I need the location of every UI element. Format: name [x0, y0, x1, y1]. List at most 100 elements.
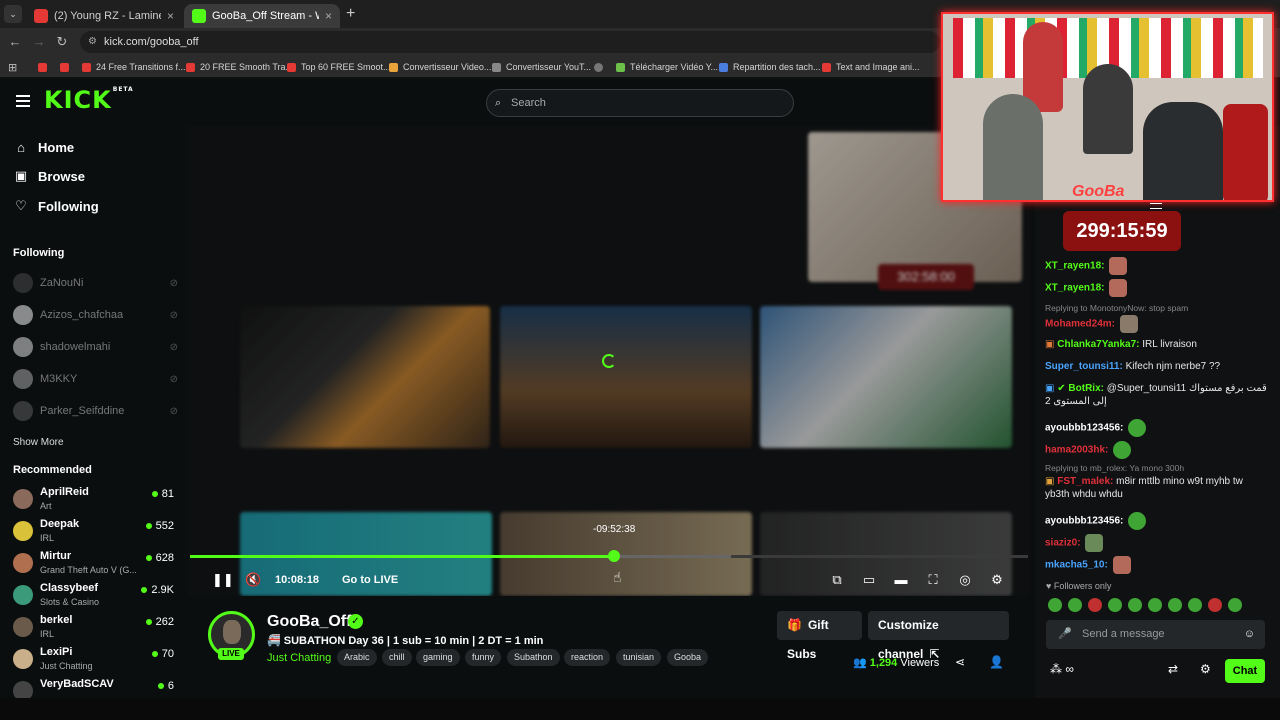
reload-icon[interactable]: ↻ [54, 34, 70, 50]
chat-username[interactable]: FST_malek: [1057, 476, 1113, 487]
stream-tag[interactable]: funny [465, 649, 502, 666]
chat-message: XT_rayen18: [1045, 257, 1267, 275]
followed-channel[interactable]: ZaNouNi ⊘ [13, 271, 178, 295]
nav-following[interactable]: ♡ Following [14, 196, 98, 216]
browser-tab-1[interactable]: (2) Young RZ - Lamine Yamal (C × [26, 4, 182, 28]
tab-list-dropdown-icon[interactable]: ⌄ [4, 5, 22, 23]
fullscreen-icon[interactable]: ⛶ [925, 572, 941, 588]
stream-tag[interactable]: tunisian [616, 649, 662, 666]
close-tab-icon[interactable]: × [319, 9, 332, 23]
bookmark-item[interactable]: Text and Image ani... [822, 60, 920, 74]
bookmark-item[interactable]: 24 Free Transitions f... [82, 60, 186, 74]
browser-tab-2[interactable]: GooBa_Off Stream - Watch Live × [184, 4, 340, 28]
customize-channel-button[interactable]: Customize channel ⇱ [868, 611, 1009, 661]
bookmark-item[interactable]: Convertisseur Video... [389, 60, 491, 74]
emote-button[interactable] [1168, 598, 1182, 612]
chat-username[interactable]: ayoubbb123456: [1045, 516, 1123, 527]
chat-username[interactable]: hama2003hk: [1045, 445, 1108, 456]
nav-browse[interactable]: ▣ Browse [14, 166, 85, 186]
settings-icon[interactable]: ⚙ [989, 572, 1005, 588]
emote-button[interactable] [1208, 598, 1222, 612]
stream-tag[interactable]: chill [382, 649, 412, 666]
emote-button[interactable] [1068, 598, 1082, 612]
chat-username[interactable]: Mohamed24m: [1045, 319, 1115, 330]
chat-username[interactable]: XT_rayen18: [1045, 261, 1104, 272]
recommended-channel[interactable]: Deepak IRL 552 [13, 518, 178, 548]
points-icon[interactable]: ⁂ ∞ [1050, 662, 1074, 676]
chat-username[interactable]: siaziz0: [1045, 538, 1081, 549]
emote-button[interactable] [1088, 598, 1102, 612]
gift-icon: 🎁 [787, 618, 802, 632]
search-input[interactable]: ⌕ Search [486, 89, 794, 117]
theater-mode-icon[interactable]: ▬ [893, 572, 909, 588]
emote-button[interactable] [1148, 598, 1162, 612]
stream-tag[interactable]: Gooba [667, 649, 709, 666]
bookmark-item[interactable]: Top 60 FREE Smoot... [287, 60, 391, 74]
gift-subs-button[interactable]: 🎁 Gift Subs [777, 611, 862, 661]
follow-user-icon[interactable]: 👤 [989, 655, 1004, 669]
go-to-live-button[interactable]: Go to LIVE [342, 574, 398, 586]
forward-icon[interactable]: → [31, 34, 47, 50]
bookmark-globe[interactable] [594, 60, 608, 74]
bookmark-item[interactable]: 20 FREE Smooth Tra... [186, 60, 293, 74]
show-more-link[interactable]: Show More [13, 437, 64, 448]
followed-channel[interactable]: Parker_Seifddine ⊘ [13, 399, 178, 423]
stream-category[interactable]: Just Chatting [267, 652, 331, 664]
chat-send-button[interactable]: Chat [1225, 659, 1265, 683]
recommended-channel[interactable]: berkel IRL 262 [13, 614, 178, 644]
chat-username[interactable]: mkacha5_10: [1045, 560, 1108, 571]
emote-button[interactable] [1108, 598, 1122, 612]
recommended-channel[interactable]: Mirtur Grand Theft Auto V (G... 628 [13, 550, 178, 580]
pause-icon[interactable]: ❚❚ [212, 572, 234, 588]
chat-settings-icon[interactable]: ⚙ [1200, 662, 1211, 676]
recommended-channel[interactable]: LexiPi Just Chatting 70 [13, 646, 178, 676]
emote-button[interactable] [1128, 598, 1142, 612]
channel-name[interactable]: GooBa_Off [267, 613, 351, 631]
bookmark-youtube-1[interactable] [38, 60, 52, 74]
kick-logo[interactable]: KICKBETA [44, 86, 134, 114]
recommended-channel[interactable]: VeryBadSCAV 6 [13, 678, 178, 698]
menu-icon[interactable] [16, 95, 30, 107]
offline-icon: ⊘ [169, 277, 178, 289]
followed-channel[interactable]: shadowelmahi ⊘ [13, 335, 178, 359]
swap-icon[interactable]: ⇄ [1168, 662, 1178, 676]
address-bar[interactable]: ⚙ kick.com/gooba_off [80, 31, 940, 53]
bookmark-label: Top 60 FREE Smoot... [301, 62, 391, 72]
bookmark-item[interactable]: Convertisseur YouT... [492, 60, 591, 74]
mic-icon[interactable]: 🎤 [1058, 620, 1072, 649]
share-icon[interactable]: ⋖ [955, 655, 965, 669]
site-info-icon[interactable]: ⚙ [88, 31, 97, 53]
stream-tag[interactable]: Arabic [337, 649, 377, 666]
playback-speed-icon[interactable]: ◎ [957, 572, 973, 588]
chat-username[interactable]: ayoubbb123456: [1045, 423, 1123, 434]
apps-icon[interactable]: ⊞ [8, 60, 17, 74]
recommended-channel[interactable]: AprilReid Art 81 [13, 486, 178, 516]
bookmark-item[interactable]: Repartition des tach... [719, 60, 821, 74]
chat-username[interactable]: Super_tounsi11: [1045, 361, 1123, 372]
pip-icon[interactable]: ▭ [861, 572, 877, 588]
back-icon[interactable]: ← [7, 34, 23, 50]
emote-button[interactable] [1188, 598, 1202, 612]
new-tab-button[interactable]: + [346, 5, 355, 23]
emoji-picker-icon[interactable]: ☺ [1244, 620, 1255, 649]
heart-icon: ♡ [15, 198, 27, 213]
chat-username[interactable]: XT_rayen18: [1045, 283, 1104, 294]
bookmark-youtube-2[interactable] [60, 60, 74, 74]
stream-tag[interactable]: reaction [564, 649, 611, 666]
stream-tag[interactable]: Subathon [507, 649, 560, 666]
stream-tag[interactable]: gaming [416, 649, 460, 666]
followed-channel[interactable]: Azizos_chafchaa ⊘ [13, 303, 178, 327]
followed-channel[interactable]: M3KKY ⊘ [13, 367, 178, 391]
chat-username[interactable]: Chlanka7Yanka7: [1057, 339, 1139, 350]
close-tab-icon[interactable]: × [161, 9, 174, 23]
emote-button[interactable] [1228, 598, 1242, 612]
emote-button[interactable] [1048, 598, 1062, 612]
chat-message-input[interactable]: 🎤 Send a message ☺ [1046, 620, 1265, 649]
recommended-channel[interactable]: Classybeef Slots & Casino 2.9K [13, 582, 178, 612]
chat-username[interactable]: BotRix: [1068, 383, 1104, 394]
seek-handle[interactable] [608, 550, 621, 562]
nav-home[interactable]: ⌂ Home [14, 137, 74, 157]
bookmark-item[interactable]: Télécharger Vidéo Y... [616, 60, 718, 74]
mute-icon[interactable]: 🔇 [245, 572, 261, 588]
clip-icon[interactable]: ⧉ [829, 572, 845, 588]
